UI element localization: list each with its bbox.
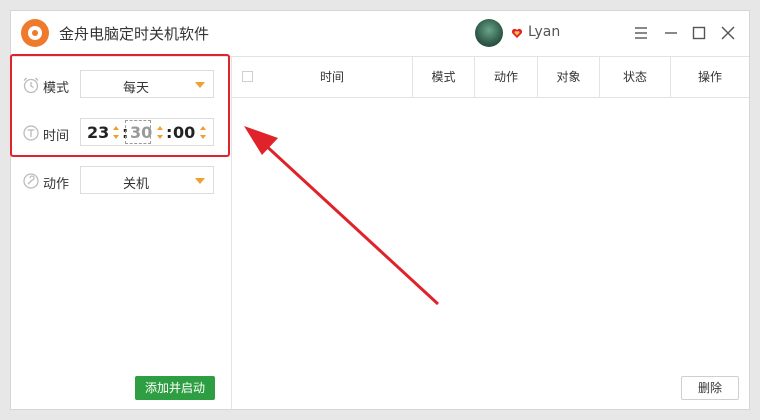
maximize-icon[interactable] [689,23,709,43]
annotation-highlight-box [10,54,230,157]
menu-icon[interactable] [631,23,651,43]
column-header-target[interactable]: 对象 [538,57,599,97]
table-header: 时间 模式 动作 对象 状态 操作 [232,57,749,98]
chevron-down-icon [195,178,205,184]
column-header-status[interactable]: 状态 [600,57,670,97]
close-icon[interactable] [718,23,738,43]
column-header-time[interactable]: 时间 [252,57,412,97]
add-and-start-button[interactable]: 添加并启动 [135,376,215,400]
action-row: 动作 关机 [11,166,231,196]
titlebar: 金舟电脑定时关机软件 Lyan [11,11,749,57]
column-header-action[interactable]: 动作 [475,57,537,97]
username[interactable]: Lyan [528,24,560,40]
minimize-icon[interactable] [661,23,681,43]
action-label: 动作 [43,177,70,192]
app-logo-icon [21,19,49,47]
column-header-mode[interactable]: 模式 [413,57,474,97]
app-title: 金舟电脑定时关机软件 [59,25,210,43]
column-header-operation[interactable]: 操作 [671,57,749,97]
action-select[interactable]: 关机 [80,166,214,194]
wrench-icon [23,173,39,189]
action-select-value: 关机 [122,177,149,192]
avatar[interactable] [475,19,503,47]
heart-badge-icon [511,28,523,38]
delete-button[interactable]: 删除 [681,376,739,400]
